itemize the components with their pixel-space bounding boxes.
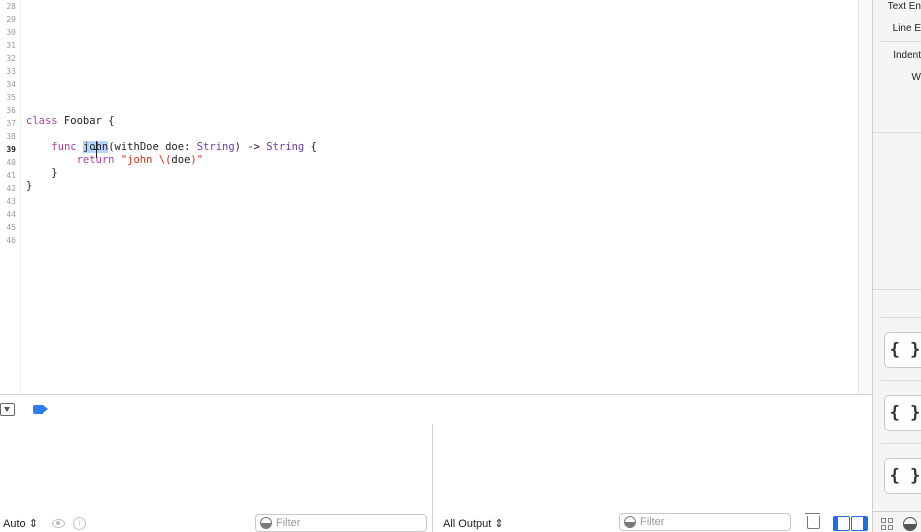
code-text: ) -> <box>234 141 267 153</box>
library-separator <box>873 289 921 290</box>
keyword: class <box>26 115 58 127</box>
code-snippet-icon[interactable]: { } <box>884 458 921 494</box>
code-line-37[interactable]: class Foobar { <box>26 115 115 128</box>
info-icon[interactable]: i <box>73 517 86 530</box>
line-number[interactable]: 42 <box>0 182 16 195</box>
inspector-panel: Text En Line E Indent W { } { } { } <box>873 0 921 532</box>
console-filter-field[interactable]: Filter <box>619 513 791 531</box>
filter-icon <box>624 516 636 528</box>
hide-debug-area-button[interactable] <box>0 403 15 416</box>
line-number[interactable]: 34 <box>0 78 16 91</box>
width-label: W <box>911 72 921 83</box>
line-endings-label: Line E <box>892 23 921 34</box>
code-line-41[interactable]: } <box>26 167 58 180</box>
breakpoint-toggle-icon[interactable] <box>33 405 48 414</box>
code-text: (withDoe doe: <box>108 141 197 153</box>
code-text: } <box>26 180 33 192</box>
console-output-label: All Output <box>443 518 492 530</box>
updown-chevron-icon: ⇕ <box>28 518 38 530</box>
filter-placeholder: Filter <box>276 517 301 529</box>
indent-label: Indent <box>893 50 921 61</box>
line-number[interactable]: 31 <box>0 39 16 52</box>
type-name: String <box>196 141 235 153</box>
interpolated-var: doe <box>171 154 191 166</box>
code-snippet-icon[interactable]: { } <box>884 332 921 368</box>
line-number[interactable]: 45 <box>0 221 16 234</box>
line-number[interactable]: 37 <box>0 117 16 130</box>
code-line-42[interactable]: } <box>26 180 32 193</box>
inspector-separator <box>881 41 921 42</box>
variables-scope-popup[interactable]: Auto ⇕ <box>3 517 38 530</box>
code-line-40[interactable]: return "john \(doe)" <box>26 154 203 167</box>
string-literal: "john \( <box>120 154 172 166</box>
editor-scrollbar[interactable] <box>858 0 873 394</box>
eye-icon[interactable] <box>52 519 65 528</box>
library-separator <box>881 443 921 444</box>
show-console-view-button[interactable] <box>851 516 868 531</box>
line-number[interactable]: 44 <box>0 208 16 221</box>
line-number[interactable]: 35 <box>0 91 16 104</box>
line-number[interactable]: 39 <box>0 143 16 156</box>
text-encoding-label: Text En <box>887 1 921 12</box>
code-text: Foobar { <box>57 115 115 127</box>
line-number[interactable]: 46 <box>0 234 16 247</box>
line-number[interactable]: 30 <box>0 26 16 39</box>
line-number[interactable]: 38 <box>0 130 16 143</box>
trash-icon[interactable] <box>805 513 820 529</box>
library-separator <box>881 317 921 318</box>
inspector-separator <box>873 132 921 133</box>
filter-placeholder: Filter <box>640 516 665 528</box>
ibeam-cursor-icon <box>94 141 100 158</box>
variables-filter-field[interactable]: Filter <box>255 514 427 532</box>
line-number-gutter: 28 29 30 31 32 33 34 35 36 37 38 39 40 41 42 43 44 45 46 <box>0 0 21 394</box>
line-number[interactable]: 28 <box>0 0 16 13</box>
show-variables-view-button[interactable] <box>833 516 850 531</box>
line-number[interactable]: 43 <box>0 195 16 208</box>
variables-scope-label: Auto <box>3 518 26 530</box>
type-name: String <box>266 141 305 153</box>
console-output-popup[interactable]: All Output ⇕ <box>443 517 504 530</box>
line-number[interactable]: 40 <box>0 156 16 169</box>
string-literal: )" <box>190 154 204 166</box>
code-text: } <box>26 167 58 179</box>
source-editor[interactable]: 28 29 30 31 32 33 34 35 36 37 38 39 40 41 42 43 44 45 46 c… <box>0 0 858 394</box>
line-number[interactable]: 29 <box>0 13 16 26</box>
debug-bar <box>0 394 872 425</box>
line-number[interactable]: 32 <box>0 52 16 65</box>
line-number[interactable]: 41 <box>0 169 16 182</box>
line-number[interactable]: 36 <box>0 104 16 117</box>
keyword: func <box>51 141 77 153</box>
object-library-icon[interactable] <box>903 517 917 531</box>
library-separator <box>881 380 921 381</box>
grid-view-icon[interactable] <box>881 518 893 530</box>
filter-icon <box>260 517 272 529</box>
line-number[interactable]: 33 <box>0 65 16 78</box>
code-text: { <box>304 141 317 153</box>
updown-chevron-icon: ⇕ <box>494 518 504 530</box>
code-line-39[interactable]: func john(withDoe doe: String) -> String… <box>26 141 317 154</box>
code-snippet-icon[interactable]: { } <box>884 395 921 431</box>
